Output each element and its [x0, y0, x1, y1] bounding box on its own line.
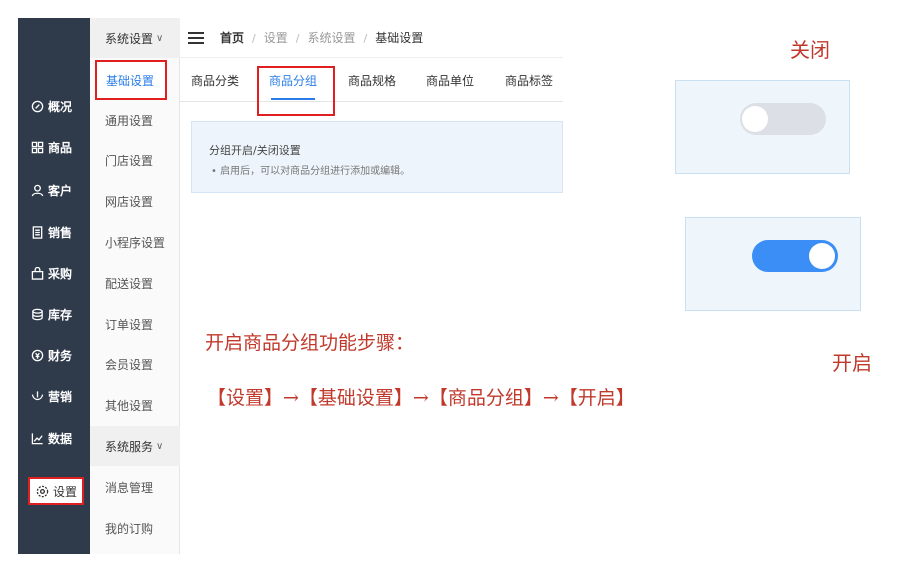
- breadcrumb-current: 基础设置: [375, 31, 424, 45]
- submenu-label: 消息管理: [105, 480, 154, 495]
- stock-icon: [30, 307, 44, 321]
- tab-product-category[interactable]: 商品分类: [191, 58, 239, 102]
- steps-title: 开启商品分组功能步骤：: [205, 332, 415, 354]
- tab-product-unit[interactable]: 商品单位: [426, 58, 474, 102]
- sales-icon: [30, 225, 44, 239]
- submenu-label: 其他设置: [105, 398, 154, 413]
- submenu-item-other-settings[interactable]: 其他设置: [90, 385, 180, 425]
- settings-submenu: 系统设置 ∨ 基础设置 通用设置 门店设置 网店设置 小程序设置 配送设置 订单设…: [90, 18, 180, 554]
- panel-note: • 启用后，可以对商品分组进行添加或编辑。: [211, 166, 411, 177]
- submenu-label: 通用设置: [105, 113, 154, 128]
- highlight-box-tab: [257, 66, 335, 116]
- settings-icon: [35, 484, 49, 498]
- submenu-item-my-subscriptions[interactable]: 我的订购: [90, 508, 180, 548]
- nav-label: 概况: [48, 99, 73, 114]
- breadcrumb: 首页 / 设置 / 系统设置 / 基础设置: [220, 31, 424, 45]
- chevron-down-icon: ∨: [156, 440, 164, 452]
- tab-product-spec[interactable]: 商品规格: [348, 58, 396, 102]
- submenu-group-system-settings[interactable]: 系统设置 ∨: [90, 18, 180, 58]
- nav-label: 设置: [53, 484, 78, 499]
- submenu-label: 小程序设置: [105, 235, 166, 250]
- submenu-item-miniprogram-settings[interactable]: 小程序设置: [90, 222, 180, 262]
- submenu-item-general-settings[interactable]: 通用设置: [90, 100, 180, 140]
- off-label: 关闭: [790, 38, 830, 62]
- tab-label: 商品分类: [191, 73, 240, 88]
- overview-icon: [30, 99, 44, 113]
- submenu-item-online-store-settings[interactable]: 网店设置: [90, 181, 180, 221]
- nav-label: 库存: [48, 307, 73, 322]
- submenu-label: 配送设置: [105, 276, 154, 291]
- nav-item-data[interactable]: 数据: [18, 424, 90, 452]
- submenu-label: 订单设置: [105, 317, 154, 332]
- tab-label: 商品规格: [348, 73, 397, 88]
- product-tabs: 商品分类 商品分组 商品规格 商品单位 商品标签: [180, 58, 563, 102]
- switch-knob: [809, 243, 835, 269]
- nav-item-finance[interactable]: 财务: [18, 341, 90, 369]
- breadcrumb-system-settings[interactable]: 系统设置: [307, 31, 355, 45]
- panel-note-text: 启用后，可以对商品分组进行添加或编辑。: [220, 166, 411, 177]
- finance-icon: [30, 348, 44, 362]
- submenu-item-order-settings[interactable]: 订单设置: [90, 304, 180, 344]
- toggle-card-off: [675, 80, 850, 174]
- chevron-down-icon: ∨: [156, 32, 164, 44]
- submenu-item-basic-settings[interactable]: 基础设置: [95, 60, 167, 100]
- nav-label: 销售: [48, 225, 73, 240]
- nav-item-sales[interactable]: 销售: [18, 218, 90, 246]
- tab-label: 商品单位: [426, 73, 475, 88]
- submenu-label: 网店设置: [105, 194, 154, 209]
- tab-label: 商品标签: [505, 73, 554, 88]
- nav-label: 营销: [48, 389, 73, 404]
- breadcrumb-settings[interactable]: 设置: [264, 31, 288, 45]
- nav-label: 采购: [48, 266, 73, 281]
- nav-item-settings[interactable]: 设置: [28, 477, 84, 505]
- on-label: 开启: [832, 351, 872, 375]
- main-sidebar: 概况 商品 客户 销售 采购 库存 财务 营销 数据 设置: [18, 18, 90, 554]
- nav-label: 商品: [48, 140, 73, 155]
- submenu-group-system-service[interactable]: 系统服务 ∨: [90, 426, 180, 466]
- nav-item-goods[interactable]: 商品: [18, 133, 90, 161]
- goods-icon: [30, 140, 44, 154]
- nav-label: 客户: [48, 183, 73, 198]
- submenu-label: 门店设置: [105, 153, 154, 168]
- nav-label: 数据: [48, 431, 73, 446]
- nav-item-marketing[interactable]: 营销: [18, 382, 90, 410]
- group-label: 系统设置: [105, 31, 154, 46]
- nav-item-purchase[interactable]: 采购: [18, 259, 90, 287]
- group-switch-off[interactable]: [740, 103, 826, 135]
- top-bar: 首页 / 设置 / 系统设置 / 基础设置: [180, 18, 563, 58]
- tab-product-tag[interactable]: 商品标签: [505, 58, 553, 102]
- purchase-icon: [30, 266, 44, 280]
- group-switch-on[interactable]: [752, 240, 838, 272]
- nav-label: 财务: [48, 348, 73, 363]
- submenu-item-store-settings[interactable]: 门店设置: [90, 140, 180, 180]
- nav-item-customer[interactable]: 客户: [18, 176, 90, 204]
- marketing-icon: [30, 389, 44, 403]
- panel-title: 分组开启/关闭设置: [209, 144, 301, 157]
- data-icon: [30, 431, 44, 445]
- toggle-card-on: [685, 217, 861, 311]
- submenu-label: 会员设置: [105, 357, 154, 372]
- nav-item-overview[interactable]: 概况: [18, 92, 90, 120]
- group-setting-panel: 分组开启/关闭设置 • 启用后，可以对商品分组进行添加或编辑。: [191, 121, 563, 193]
- switch-knob: [742, 106, 768, 132]
- group-label: 系统服务: [105, 439, 154, 454]
- steps-text: 【设置】→【基础设置】→【商品分组】→【开启】: [207, 387, 635, 409]
- submenu-item-member-settings[interactable]: 会员设置: [90, 344, 180, 384]
- customer-icon: [30, 183, 44, 197]
- submenu-label: 我的订购: [105, 521, 154, 536]
- submenu-item-delivery-settings[interactable]: 配送设置: [90, 263, 180, 303]
- nav-item-stock[interactable]: 库存: [18, 300, 90, 328]
- submenu-label: 基础设置: [106, 73, 155, 88]
- breadcrumb-home[interactable]: 首页: [220, 31, 244, 45]
- submenu-item-messages[interactable]: 消息管理: [90, 467, 180, 507]
- menu-toggle-icon[interactable]: [188, 31, 204, 44]
